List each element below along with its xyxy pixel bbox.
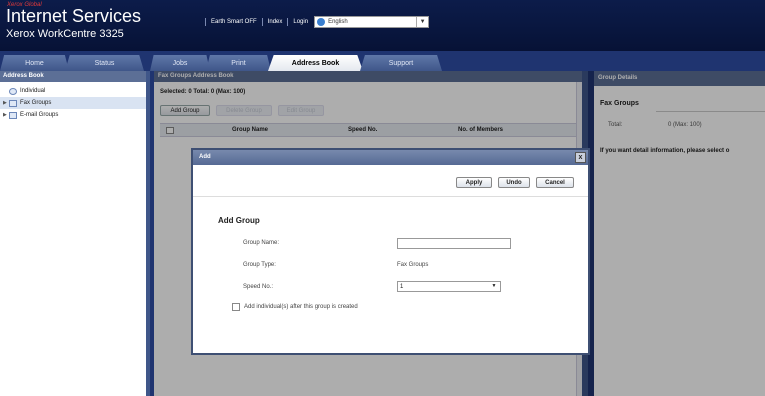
speed-no-value: 1 bbox=[400, 283, 404, 290]
tab-home[interactable]: Home bbox=[0, 55, 69, 71]
sidebar-item-label: E-mail Groups bbox=[20, 112, 59, 118]
main-tabs: Home Status Jobs Print Address Book Supp… bbox=[0, 55, 765, 71]
tab-support[interactable]: Support bbox=[360, 55, 442, 71]
login-link[interactable]: Login bbox=[293, 19, 308, 25]
folder-icon bbox=[9, 111, 17, 119]
tab-jobs[interactable]: Jobs bbox=[150, 55, 210, 71]
add-individuals-label[interactable]: Add individual(s) after this group is cr… bbox=[244, 304, 358, 310]
sidebar-item-label: Individual bbox=[20, 88, 46, 94]
group-name-label: Group Name: bbox=[243, 240, 280, 246]
sidebar-title: Address Book bbox=[0, 71, 146, 82]
person-icon bbox=[9, 87, 17, 95]
device-model: Xerox WorkCentre 3325 bbox=[6, 28, 124, 40]
address-book-sidebar: Address Book Individual ▶ Fax Groups ▶ E… bbox=[0, 71, 150, 396]
section-title: Add Group bbox=[218, 216, 260, 225]
sidebar-item-individual[interactable]: Individual bbox=[0, 85, 146, 97]
group-type-label: Group Type: bbox=[243, 262, 276, 268]
tab-status[interactable]: Status bbox=[65, 55, 144, 71]
speed-no-select[interactable]: 1 ▼ bbox=[397, 281, 501, 292]
index-link[interactable]: Index bbox=[268, 19, 283, 25]
header-links: Earth Smart OFF Index Login English ▼ bbox=[200, 15, 430, 29]
chevron-down-icon: ▼ bbox=[491, 283, 497, 289]
dialog-title-bar: Add x bbox=[193, 150, 588, 165]
undo-button[interactable]: Undo bbox=[498, 177, 530, 188]
speed-no-label: Speed No.: bbox=[243, 284, 274, 290]
cancel-button[interactable]: Cancel bbox=[536, 177, 574, 188]
chevron-down-icon: ▼ bbox=[416, 17, 428, 27]
folder-icon bbox=[9, 99, 17, 107]
add-group-dialog: Add x Apply Undo Cancel Add Group Group … bbox=[191, 148, 590, 355]
group-type-value: Fax Groups bbox=[397, 262, 429, 268]
earth-smart-link[interactable]: Earth Smart OFF bbox=[211, 19, 257, 25]
dialog-title: Add bbox=[199, 154, 211, 160]
sidebar-item-label: Fax Groups bbox=[20, 100, 52, 106]
language-value: English bbox=[328, 19, 348, 25]
apply-button[interactable]: Apply bbox=[456, 177, 492, 188]
header-bar: Xerox Global Internet Services Xerox Wor… bbox=[0, 0, 765, 51]
globe-icon bbox=[317, 18, 326, 26]
dialog-toolbar: Apply Undo Cancel bbox=[193, 165, 588, 197]
tab-print[interactable]: Print bbox=[206, 55, 271, 71]
app-title: Internet Services bbox=[6, 6, 142, 26]
add-individuals-checkbox[interactable] bbox=[232, 303, 240, 311]
language-select[interactable]: English ▼ bbox=[314, 16, 430, 28]
group-name-input[interactable] bbox=[397, 238, 511, 249]
sidebar-item-email-groups[interactable]: ▶ E-mail Groups bbox=[0, 109, 146, 121]
sidebar-item-fax-groups[interactable]: ▶ Fax Groups bbox=[0, 97, 146, 109]
close-icon[interactable]: x bbox=[575, 152, 586, 163]
tab-address-book[interactable]: Address Book bbox=[268, 55, 363, 71]
